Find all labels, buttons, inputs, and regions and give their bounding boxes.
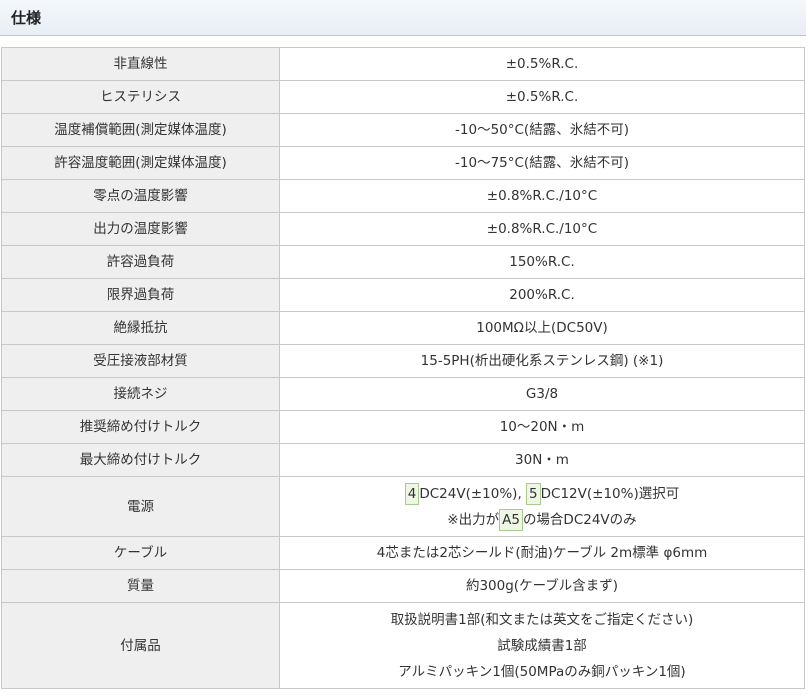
spec-label: 出力の温度影響	[1, 212, 280, 246]
spec-value: ±0.5%R.C.	[279, 47, 805, 81]
spec-row: 出力の温度影響 ±0.8%R.C./10°C	[1, 212, 805, 246]
spec-label: 許容過負荷	[1, 245, 280, 279]
power-text-2: DC12V(±10%)選択可	[540, 485, 680, 502]
spec-label: 受圧接液部材質	[1, 344, 280, 378]
power-note-pre: ※出力が	[447, 511, 500, 528]
spec-label: 限界過負荷	[1, 278, 280, 312]
spec-value: 15-5PH(析出硬化系ステンレス鋼) (※1)	[279, 344, 805, 378]
spec-row: 許容温度範囲(測定媒体温度) -10〜75°C(結露、氷結不可)	[1, 146, 805, 180]
spec-value: 30N・m	[279, 443, 805, 477]
spec-row: 受圧接液部材質 15-5PH(析出硬化系ステンレス鋼) (※1)	[1, 344, 805, 378]
spec-value: 100MΩ以上(DC50V)	[279, 311, 805, 345]
spec-value: -10〜75°C(結露、氷結不可)	[279, 146, 805, 180]
power-note-post: の場合DC24Vのみ	[522, 511, 637, 528]
spec-label: 零点の温度影響	[1, 179, 280, 213]
model-code-badge: 4	[404, 482, 420, 505]
spec-row-accessories: 付属品 取扱説明書1部(和文または英文をご指定ください) 試験成績書1部 アルミ…	[1, 602, 805, 689]
section-title: 仕様	[11, 9, 42, 27]
section-header: 仕様	[0, 0, 806, 36]
spec-label: 最大締め付けトルク	[1, 443, 280, 477]
spec-row: 推奨締め付けトルク 10〜20N・m	[1, 410, 805, 444]
spec-row: 非直線性 ±0.5%R.C.	[1, 47, 805, 81]
spec-value: 200%R.C.	[279, 278, 805, 312]
power-line-2: ※出力が A5 の場合DC24Vのみ	[284, 507, 800, 533]
spec-row: 絶縁抵抗 100MΩ以上(DC50V)	[1, 311, 805, 345]
spec-label: 電源	[1, 476, 280, 537]
accessory-item: 取扱説明書1部(和文または英文をご指定ください)	[390, 611, 694, 628]
spec-value: -10〜50°C(結露、氷結不可)	[279, 113, 805, 147]
spec-label: 推奨締め付けトルク	[1, 410, 280, 444]
spec-label: 付属品	[1, 602, 280, 689]
spec-label: 温度補償範囲(測定媒体温度)	[1, 113, 280, 147]
spec-value: 150%R.C.	[279, 245, 805, 279]
accessory-item: 試験成績書1部	[497, 637, 587, 654]
spec-row-power: 電源 4 DC24V(±10%), 5 DC12V(±10%)選択可 ※出力が A5 の…	[1, 476, 805, 537]
spec-label: 接続ネジ	[1, 377, 280, 411]
spec-row: 質量 約300g(ケーブル含まず)	[1, 569, 805, 603]
spec-row: 温度補償範囲(測定媒体温度) -10〜50°C(結露、氷結不可)	[1, 113, 805, 147]
accessory-item: アルミパッキン1個(50MPaのみ銅パッキン1個)	[398, 663, 686, 680]
spec-value: G3/8	[279, 377, 805, 411]
model-code-badge: 5	[526, 482, 541, 505]
spec-label: 許容温度範囲(測定媒体温度)	[1, 146, 280, 180]
spec-value: 10〜20N・m	[279, 410, 805, 444]
spec-label: 絶縁抵抗	[1, 311, 280, 345]
spec-row: 限界過負荷 200%R.C.	[1, 278, 805, 312]
spec-value-accessories: 取扱説明書1部(和文または英文をご指定ください) 試験成績書1部 アルミパッキン…	[279, 602, 805, 689]
spec-row: 最大締め付けトルク 30N・m	[1, 443, 805, 477]
spec-label: ケーブル	[1, 536, 280, 570]
spec-value: 4芯または2芯シールド(耐油)ケーブル 2m標準 φ6mm	[279, 536, 805, 570]
spec-value: ±0.8%R.C./10°C	[279, 212, 805, 246]
power-line-1: 4 DC24V(±10%), 5 DC12V(±10%)選択可	[284, 481, 800, 507]
spec-value: ±0.8%R.C./10°C	[279, 179, 805, 213]
spec-label: 非直線性	[1, 47, 280, 81]
spec-value-power: 4 DC24V(±10%), 5 DC12V(±10%)選択可 ※出力が A5 の場合D…	[279, 476, 805, 537]
spec-value: ±0.5%R.C.	[279, 80, 805, 114]
model-code-badge: A5	[499, 508, 523, 531]
spec-label: 質量	[1, 569, 280, 603]
spec-row: 零点の温度影響 ±0.8%R.C./10°C	[1, 179, 805, 213]
spec-row: ヒステリシス ±0.5%R.C.	[1, 80, 805, 114]
spec-row: ケーブル 4芯または2芯シールド(耐油)ケーブル 2m標準 φ6mm	[1, 536, 805, 570]
spec-value: 約300g(ケーブル含まず)	[279, 569, 805, 603]
spec-label: ヒステリシス	[1, 80, 280, 114]
spec-table: 非直線性 ±0.5%R.C. ヒステリシス ±0.5%R.C. 温度補償範囲(測…	[1, 47, 805, 689]
spec-row: 接続ネジ G3/8	[1, 377, 805, 411]
spec-row: 許容過負荷 150%R.C.	[1, 245, 805, 279]
power-text-1: DC24V(±10%),	[419, 485, 522, 502]
